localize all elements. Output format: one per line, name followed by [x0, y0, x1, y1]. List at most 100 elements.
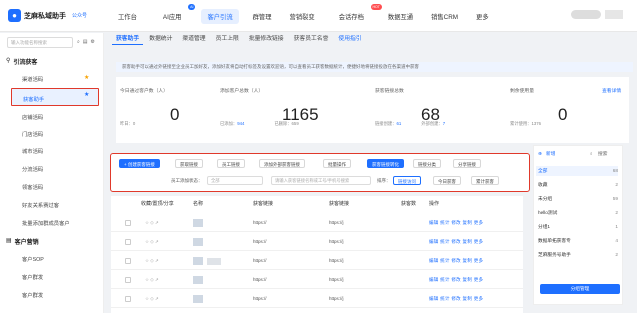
group-icon: ▤ — [6, 238, 12, 244]
link-url[interactable]: https:// — [253, 277, 267, 282]
tab-channel[interactable]: 渠道管理 — [178, 33, 209, 45]
fav-pin-share-icons[interactable]: ☆ ◇ ↗ — [145, 277, 159, 283]
link-convert-button[interactable]: 获客链接转化 — [367, 159, 404, 168]
row-ops[interactable]: 编辑 统计 修改 复制 更多 — [429, 239, 483, 245]
app-logo[interactable]: ● 芝麻私域助手 公众号 — [8, 9, 87, 22]
add-external-link-button[interactable]: 添加外部获客链接 — [259, 159, 305, 168]
stat-external-created: 7 — [442, 121, 446, 126]
sidebar-item[interactable]: 客户SOP — [22, 255, 44, 263]
sidebar-item[interactable]: 分流活码 — [22, 165, 43, 173]
link-url-2[interactable]: https://j — [329, 258, 344, 263]
group-item[interactable]: 未分组 59 — [536, 194, 618, 204]
row-checkbox[interactable] — [125, 220, 131, 226]
account-badge[interactable] — [571, 10, 601, 19]
link-url[interactable]: https:// — [253, 220, 267, 225]
row-checkbox[interactable] — [125, 296, 131, 302]
link-thumbnail — [193, 276, 203, 284]
manage-groups-button[interactable]: 分组管理 — [540, 284, 620, 294]
fav-pin-share-icons[interactable]: ☆ ◇ ↗ — [145, 296, 159, 302]
table-row[interactable]: ☆ ◇ ↗ https:// https://j 编辑 统计 修改 复制 更多 — [111, 290, 523, 308]
nav-group[interactable]: 群管理 — [247, 9, 278, 24]
row-checkbox[interactable] — [125, 277, 131, 283]
tab-guide[interactable]: 使用指引 — [334, 33, 365, 45]
link-url-2[interactable]: https://j — [329, 220, 344, 225]
sidebar-item[interactable]: 客户群发 — [22, 291, 43, 299]
version-switch[interactable]: 公众号 — [72, 12, 87, 19]
link-search-input[interactable]: 请输入获客链接名称或工号/手机号搜索 — [271, 176, 371, 185]
sidebar-item[interactable]: 城市活码 — [22, 147, 43, 155]
plus-icon: ⊕ — [538, 151, 542, 156]
stat-label: 添加客户总数（人） — [220, 89, 264, 94]
sidebar-item[interactable]: 好友关系赛过客 — [22, 201, 59, 209]
link-category-button[interactable]: 链接分类 — [413, 159, 441, 168]
sidebar-item[interactable]: 领客活码 — [22, 183, 43, 191]
link-url-2[interactable]: https://j — [329, 296, 344, 301]
link-url[interactable]: https:// — [253, 296, 267, 301]
tab-batch-links[interactable]: 批量修改链接 — [245, 33, 288, 45]
table-row[interactable]: ☆ ◇ ↗ https:// https://j 编辑 统计 修改 复制 更多 — [111, 271, 523, 289]
sidebar-item[interactable]: 客户群发 — [22, 273, 43, 281]
sidebar-item[interactable]: 店铺活码 — [22, 113, 43, 121]
user-area[interactable] — [571, 10, 623, 19]
status-select[interactable]: 全部 — [207, 176, 263, 185]
share-link-button[interactable]: 分享链接 — [453, 159, 481, 168]
row-ops[interactable]: 编辑 统计 修改 复制 更多 — [429, 258, 483, 264]
group-item[interactable]: 芝麻服务号助手 2 — [536, 250, 618, 260]
fav-pin-share-icons[interactable]: ☆ ◇ ↗ — [145, 220, 159, 226]
table-row[interactable]: ☆ ◇ ↗ https:// https://j 编辑 统计 修改 复制 更多 — [111, 252, 523, 270]
nav-workbench[interactable]: 工作台 — [112, 9, 143, 24]
group-item[interactable]: 分组1 1 — [536, 222, 618, 232]
group-item[interactable]: hello测试 2 — [536, 208, 618, 218]
sidebar-group-acquire[interactable]: ⚲ 引流获客 — [6, 57, 37, 66]
batch-ops-button[interactable]: 批量操作 — [323, 159, 351, 168]
row-ops[interactable]: 编辑 统计 修改 复制 更多 — [429, 296, 483, 302]
nav-marketing[interactable]: 营销裂变 — [284, 9, 321, 24]
view-details-link[interactable]: 查看详情 — [602, 87, 621, 94]
stat-label: 今日通过客户数（人） — [120, 89, 168, 94]
row-checkbox[interactable] — [125, 239, 131, 245]
nav-ai[interactable]: AI应用 AI — [151, 3, 196, 24]
group-search-button[interactable]: ⌕ 搜索 — [590, 151, 618, 157]
sidebar-item-channel-code[interactable]: 渠道活码 — [22, 75, 43, 83]
sidebar-search-input[interactable]: 输入功能名称搜索 — [7, 37, 73, 48]
sort-by-visits[interactable]: 链接访问 — [393, 176, 421, 185]
sidebar-item[interactable]: 批量添加群成员客户 — [22, 219, 70, 227]
staff-link-button[interactable]: 员工链接 — [217, 159, 245, 168]
sidebar-item[interactable]: 门店活码 — [22, 130, 43, 138]
info-banner: 获客助手可以通过外链接至企业员工加好友，添加好友将自动打标签及设置欢迎语，可以查… — [116, 62, 633, 72]
group-icon: ⚲ — [6, 58, 11, 64]
link-url-2[interactable]: https://j — [329, 239, 344, 244]
group-item[interactable]: 数据单拓获客专 4 — [536, 236, 618, 246]
fav-pin-share-icons[interactable]: ☆ ◇ ↗ — [145, 258, 159, 264]
nav-data[interactable]: 数据互通 — [382, 9, 419, 24]
links-table: 收藏/置顶/分享 名称 获客链接 获客链接 获客数 操作 ☆ ◇ ↗ https… — [111, 196, 523, 313]
fav-pin-share-icons[interactable]: ☆ ◇ ↗ — [145, 239, 159, 245]
tab-staff-reputation[interactable]: 获客员工名誉 — [290, 33, 333, 45]
tab-acquire-helper[interactable]: 获客助手 — [112, 33, 144, 45]
tab-stats[interactable]: 数据统计 — [145, 33, 176, 45]
get-link-button[interactable]: 获取链接 — [175, 159, 203, 168]
create-link-button[interactable]: + 创建获客链接 — [119, 159, 160, 168]
row-ops[interactable]: 编辑 统计 修改 复制 更多 — [429, 277, 483, 283]
row-ops[interactable]: 编辑 统计 修改 复制 更多 — [429, 220, 483, 226]
hot-badge: HOT — [370, 3, 382, 10]
link-url-2[interactable]: https://j — [329, 277, 344, 282]
avatar[interactable] — [605, 10, 623, 19]
group-item-all[interactable]: 全部 68 — [536, 166, 618, 176]
table-row[interactable]: ☆ ◇ ↗ https:// https://j 编辑 统计 修改 复制 更多 — [111, 214, 523, 232]
group-item[interactable]: 收藏 2 — [536, 180, 618, 190]
sort-by-today[interactable]: 今日获客 — [433, 176, 461, 185]
sidebar-tool-icons[interactable]: ⌕▤⚙ — [77, 39, 98, 45]
nav-customer-flow[interactable]: 客户引流 — [201, 8, 239, 24]
link-url[interactable]: https:// — [253, 258, 267, 263]
link-url[interactable]: https:// — [253, 239, 267, 244]
tab-staff-limit[interactable]: 员工上限 — [212, 33, 243, 45]
row-checkbox[interactable] — [125, 258, 131, 264]
sidebar-group-marketing[interactable]: ▤ 客户营销 — [6, 237, 39, 246]
nav-more[interactable]: 更多 — [470, 9, 495, 24]
table-row[interactable]: ☆ ◇ ↗ https:// https://j 编辑 统计 修改 复制 更多 — [111, 233, 523, 251]
nav-crm[interactable]: 销售CRM — [425, 9, 464, 24]
stat-deleted: 659 — [291, 121, 299, 126]
sort-by-total[interactable]: 累计获客 — [471, 176, 499, 185]
nav-archive[interactable]: 会话存档 HOT — [327, 3, 382, 24]
